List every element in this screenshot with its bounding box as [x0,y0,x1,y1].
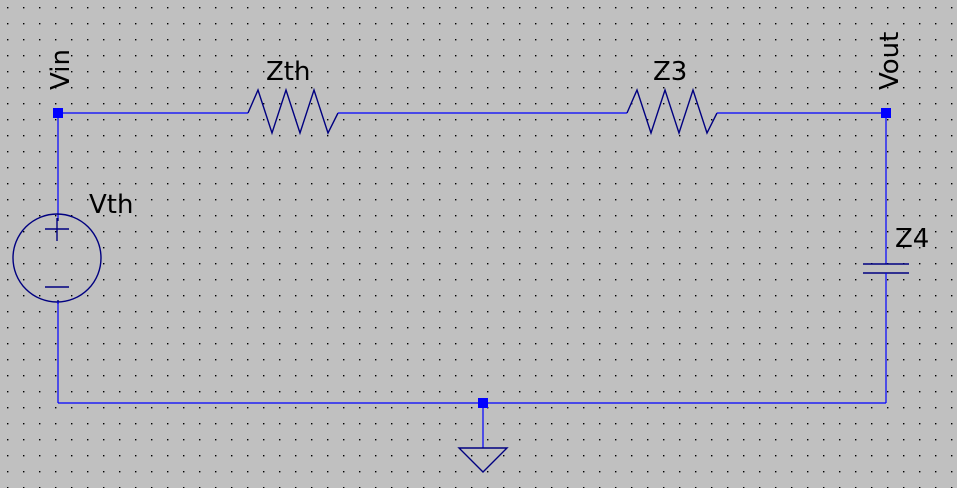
junction-vout[interactable] [881,108,891,118]
label-vout[interactable]: Vout [875,32,905,90]
grid-dots [0,0,957,488]
junction-vin[interactable] [53,108,63,118]
label-vin[interactable]: Vin [46,49,76,90]
label-zth[interactable]: Zth [266,57,310,87]
label-vth[interactable]: Vth [89,190,133,220]
label-z3[interactable]: Z3 [653,57,687,87]
label-z4[interactable]: Z4 [895,224,929,254]
schematic-canvas: Vin Vout Vth Zth Z3 Z4 [0,0,957,488]
junction-ground[interactable] [478,398,488,408]
